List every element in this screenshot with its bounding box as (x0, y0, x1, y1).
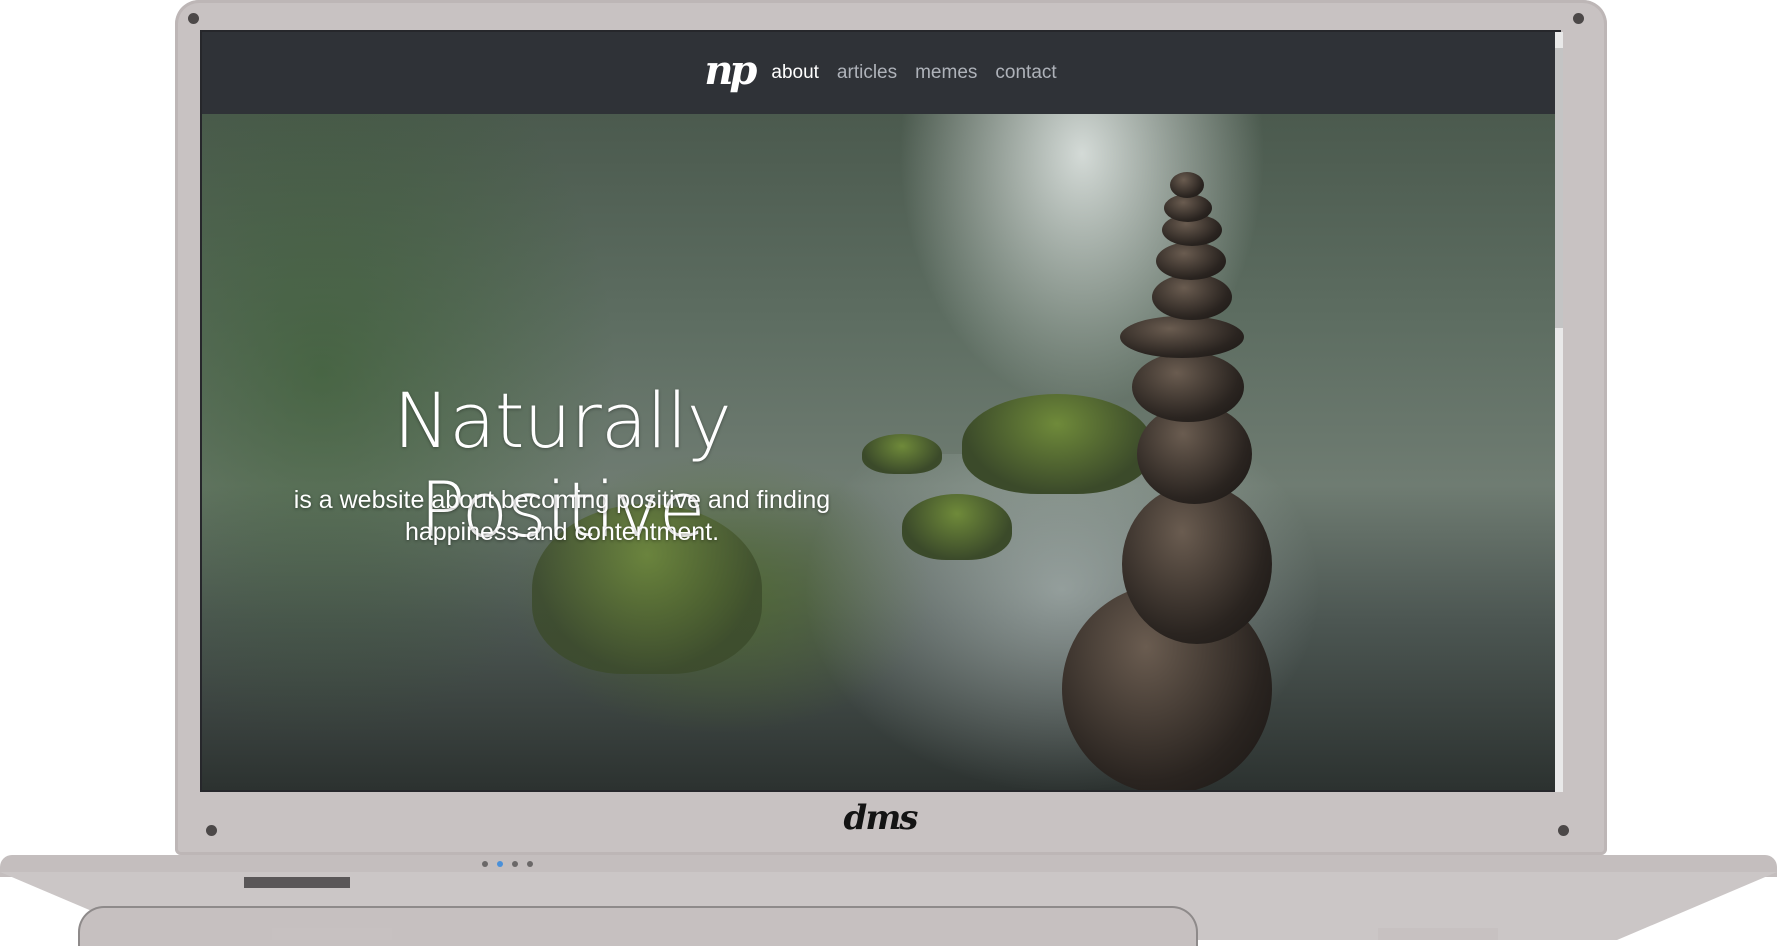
laptop-trackpad (78, 906, 1198, 946)
nav-contact[interactable]: contact (995, 62, 1056, 84)
site-logo[interactable]: np (704, 47, 757, 94)
carousel-dot[interactable] (482, 861, 488, 867)
page-scrollbar-thumb[interactable] (1555, 48, 1563, 328)
carousel-dot-active[interactable] (497, 861, 503, 867)
stone-stack (1152, 274, 1232, 320)
carousel-dot[interactable] (527, 861, 533, 867)
nav-articles[interactable]: articles (837, 62, 897, 84)
screw-bottom-right (1558, 825, 1569, 836)
screw-top-left (188, 13, 199, 24)
moss-rock (902, 494, 1012, 560)
laptop-foot-left (272, 928, 392, 940)
hero-banner: Naturally Positive is a website about be… (202, 114, 1559, 790)
stone-stack (1120, 316, 1244, 358)
stone-stack (1156, 242, 1226, 280)
hero-subtitle: is a website about becoming positive and… (242, 484, 882, 548)
stone-stack (1122, 484, 1272, 644)
site-navbar: np about articles memes contact (202, 32, 1559, 114)
stone-stack (1170, 172, 1204, 198)
nav-about[interactable]: about (771, 62, 819, 84)
laptop-foot-right (1378, 928, 1498, 940)
screw-bottom-left (206, 825, 217, 836)
carousel-dot[interactable] (512, 861, 518, 867)
website: np about articles memes contact Naturall… (202, 32, 1559, 790)
screw-top-right (1573, 13, 1584, 24)
laptop-brand-logo: dms (843, 798, 919, 838)
hero-subtitle-line: is a website about becoming positive and… (293, 486, 831, 514)
stone-stack (1164, 194, 1212, 222)
hero-subtitle-line: happiness and contentment. (404, 518, 720, 546)
laptop-screen: np about articles memes contact Naturall… (200, 30, 1561, 792)
nav-memes[interactable]: memes (915, 62, 977, 84)
laptop-port (244, 877, 350, 888)
carousel-dots (482, 861, 533, 867)
moss-rock (962, 394, 1152, 494)
stone-stack (1132, 352, 1244, 422)
